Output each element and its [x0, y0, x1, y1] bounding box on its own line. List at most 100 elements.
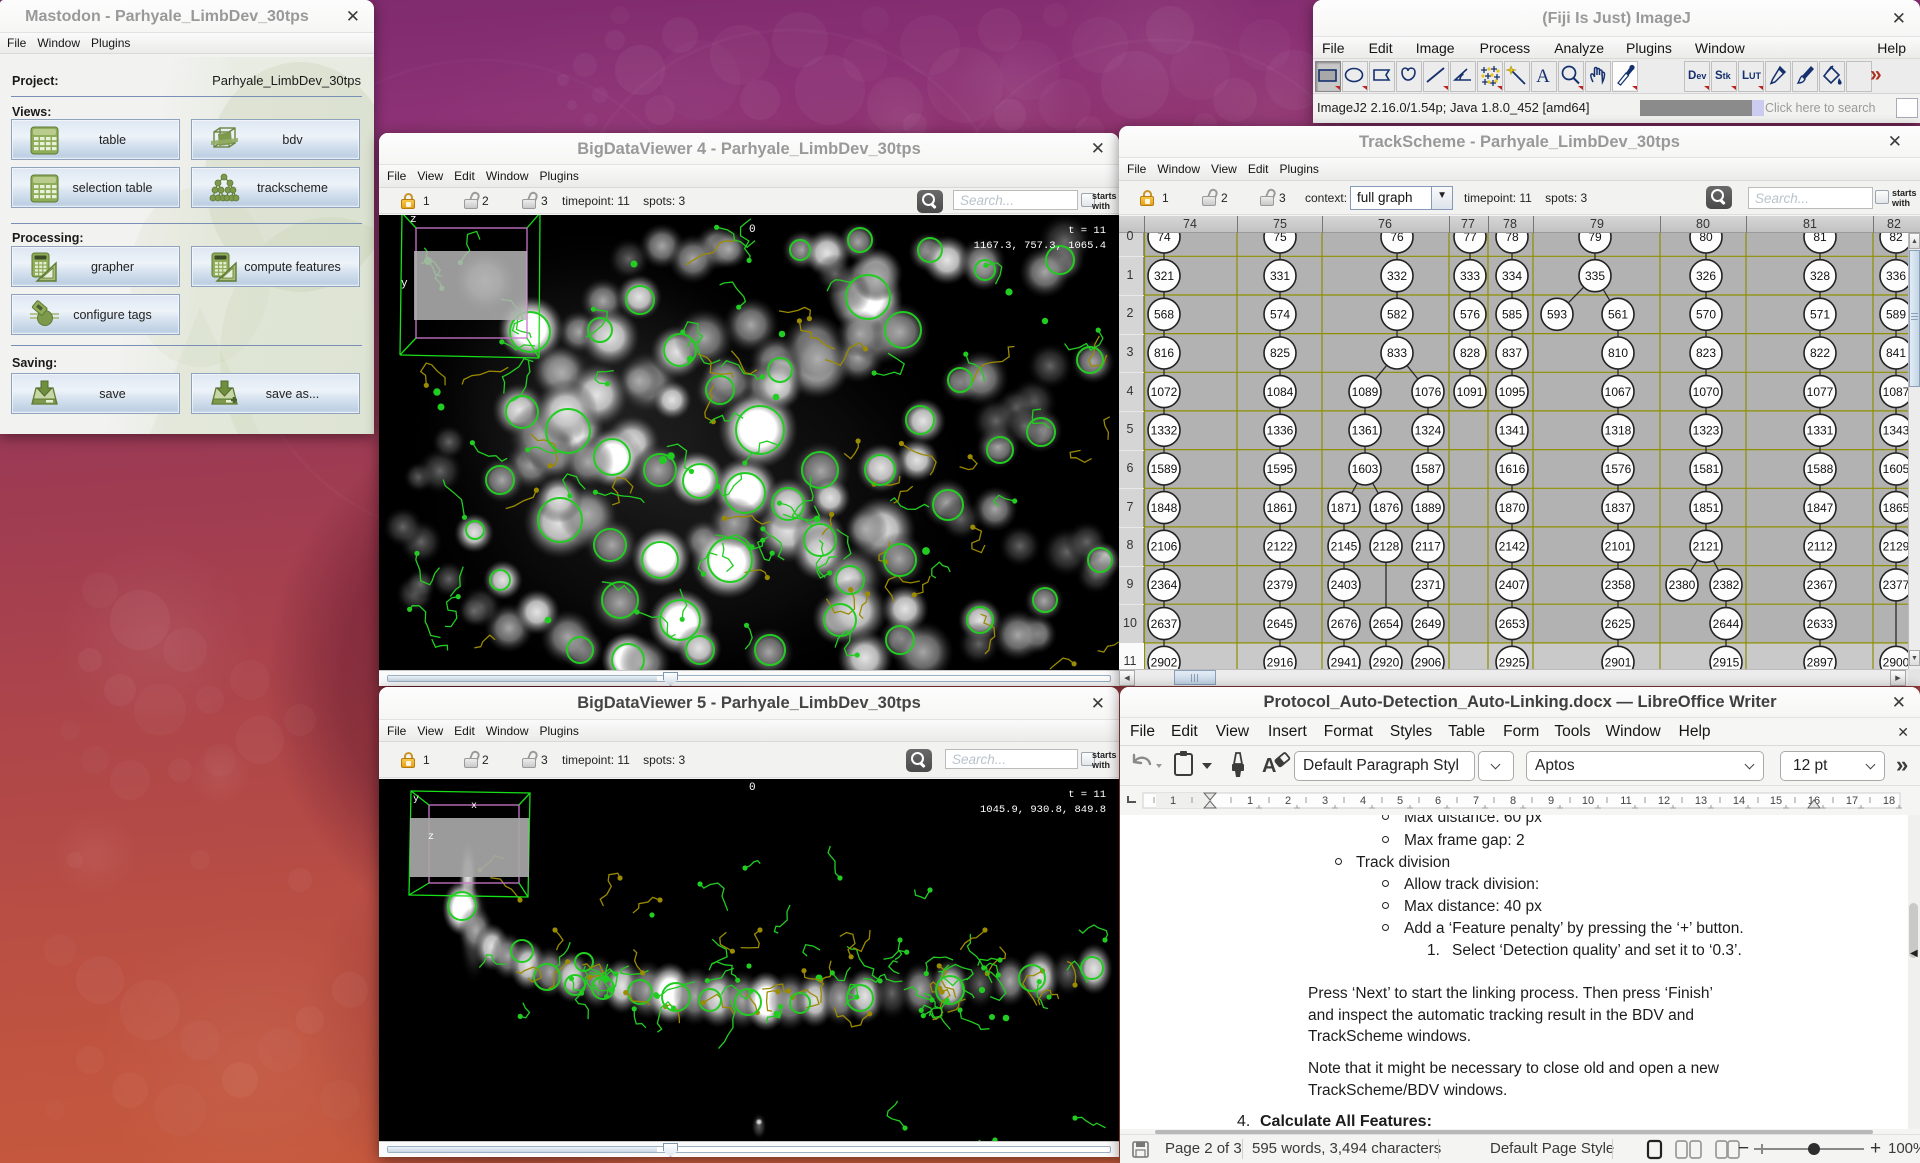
- svg-text:17: 17: [1846, 795, 1858, 807]
- svg-text:1847: 1847: [1807, 501, 1834, 515]
- svg-text:1865: 1865: [1883, 501, 1908, 515]
- svg-text:328: 328: [1810, 269, 1830, 283]
- svg-text:1576: 1576: [1605, 462, 1632, 476]
- svg-text:333: 333: [1460, 269, 1480, 283]
- svg-text:1323: 1323: [1693, 424, 1720, 438]
- svg-text:1: 1: [1247, 795, 1253, 807]
- svg-text:79: 79: [1588, 233, 1602, 244]
- svg-text:1318: 1318: [1605, 424, 1632, 438]
- svg-text:Stk: Stk: [1715, 70, 1732, 82]
- svg-text:y: y: [413, 794, 419, 805]
- svg-text:2644: 2644: [1713, 617, 1740, 631]
- svg-text:1871: 1871: [1331, 501, 1358, 515]
- svg-text:z: z: [428, 832, 434, 843]
- svg-text:570: 570: [1696, 308, 1716, 322]
- svg-text:2: 2: [1285, 795, 1291, 807]
- svg-text:2637: 2637: [1151, 617, 1178, 631]
- svg-text:1089: 1089: [1352, 385, 1379, 399]
- svg-text:1167.3, 757.3, 1065.4: 1167.3, 757.3, 1065.4: [974, 240, 1106, 252]
- svg-text:81: 81: [1813, 233, 1827, 244]
- svg-text:1077: 1077: [1807, 385, 1834, 399]
- svg-text:1343: 1343: [1883, 424, 1908, 438]
- svg-text:2906: 2906: [1415, 656, 1442, 670]
- svg-text:2106: 2106: [1151, 540, 1178, 554]
- svg-text:1605: 1605: [1883, 462, 1908, 476]
- svg-text:2377: 2377: [1883, 578, 1908, 592]
- svg-text:335: 335: [1585, 269, 1605, 283]
- svg-text:3: 3: [1322, 795, 1328, 807]
- svg-text:1045.9, 930.8, 849.8: 1045.9, 930.8, 849.8: [980, 804, 1106, 816]
- svg-text:2101: 2101: [1605, 540, 1632, 554]
- svg-text:810: 810: [1608, 346, 1628, 360]
- svg-text:2112: 2112: [1807, 540, 1833, 554]
- svg-text:2649: 2649: [1415, 617, 1442, 631]
- svg-text:1616: 1616: [1499, 462, 1526, 476]
- svg-text:2625: 2625: [1605, 617, 1632, 631]
- svg-text:589: 589: [1886, 308, 1906, 322]
- svg-text:593: 593: [1547, 308, 1567, 322]
- svg-text:1361: 1361: [1352, 424, 1379, 438]
- svg-text:2358: 2358: [1605, 578, 1632, 592]
- svg-text:2371: 2371: [1415, 578, 1442, 592]
- svg-text:331: 331: [1270, 269, 1290, 283]
- svg-text:816: 816: [1154, 346, 1174, 360]
- svg-text:568: 568: [1154, 308, 1174, 322]
- svg-text:2902: 2902: [1151, 656, 1178, 670]
- svg-text:4: 4: [1360, 795, 1366, 807]
- svg-text:2121: 2121: [1693, 540, 1720, 554]
- svg-text:74: 74: [1157, 233, 1171, 244]
- svg-text:1837: 1837: [1605, 501, 1632, 515]
- svg-text:2403: 2403: [1331, 578, 1358, 592]
- svg-text:1603: 1603: [1352, 462, 1379, 476]
- svg-text:2142: 2142: [1499, 540, 1526, 554]
- svg-text:574: 574: [1270, 308, 1290, 322]
- svg-text:78: 78: [1505, 233, 1519, 244]
- svg-text:321: 321: [1154, 269, 1174, 283]
- svg-text:9: 9: [1548, 795, 1554, 807]
- svg-text:76: 76: [1390, 233, 1404, 244]
- svg-text:1: 1: [1170, 795, 1176, 807]
- svg-text:1587: 1587: [1415, 462, 1442, 476]
- svg-text:0: 0: [749, 224, 756, 236]
- svg-text:332: 332: [1387, 269, 1407, 283]
- svg-text:1076: 1076: [1415, 385, 1442, 399]
- svg-text:2915: 2915: [1713, 656, 1740, 670]
- svg-text:561: 561: [1608, 308, 1628, 322]
- svg-text:2941: 2941: [1331, 656, 1358, 670]
- svg-text:15: 15: [1770, 795, 1782, 807]
- svg-text:837: 837: [1502, 346, 1522, 360]
- svg-text:77: 77: [1463, 233, 1477, 244]
- svg-text:2633: 2633: [1807, 617, 1834, 631]
- svg-text:80: 80: [1699, 233, 1713, 244]
- svg-text:1876: 1876: [1373, 501, 1400, 515]
- svg-text:t = 11: t = 11: [1068, 225, 1106, 237]
- svg-text:2380: 2380: [1669, 578, 1696, 592]
- svg-text:t = 11: t = 11: [1068, 789, 1106, 801]
- svg-text:LUT: LUT: [1742, 70, 1762, 82]
- svg-text:82: 82: [1889, 233, 1903, 244]
- svg-text:1581: 1581: [1693, 462, 1720, 476]
- svg-text:x: x: [471, 801, 477, 812]
- svg-text:2654: 2654: [1373, 617, 1400, 631]
- svg-text:2117: 2117: [1415, 540, 1441, 554]
- svg-text:2122: 2122: [1267, 540, 1294, 554]
- svg-text:14: 14: [1733, 795, 1745, 807]
- svg-text:2916: 2916: [1267, 656, 1294, 670]
- svg-text:2367: 2367: [1807, 578, 1834, 592]
- svg-text:2145: 2145: [1331, 540, 1358, 554]
- svg-text:1070: 1070: [1693, 385, 1720, 399]
- svg-text:326: 326: [1696, 269, 1716, 283]
- svg-text:1331: 1331: [1807, 424, 1834, 438]
- svg-text:1595: 1595: [1267, 462, 1294, 476]
- svg-text:z: z: [410, 215, 417, 226]
- svg-text:1067: 1067: [1605, 385, 1632, 399]
- svg-text:2645: 2645: [1267, 617, 1294, 631]
- svg-text:1095: 1095: [1499, 385, 1526, 399]
- svg-text:y: y: [401, 278, 408, 290]
- svg-text:A: A: [1536, 66, 1550, 87]
- svg-text:2676: 2676: [1331, 617, 1358, 631]
- svg-text:2925: 2925: [1499, 656, 1526, 670]
- svg-text:1072: 1072: [1151, 385, 1178, 399]
- svg-text:2379: 2379: [1267, 578, 1294, 592]
- svg-text:13: 13: [1695, 795, 1707, 807]
